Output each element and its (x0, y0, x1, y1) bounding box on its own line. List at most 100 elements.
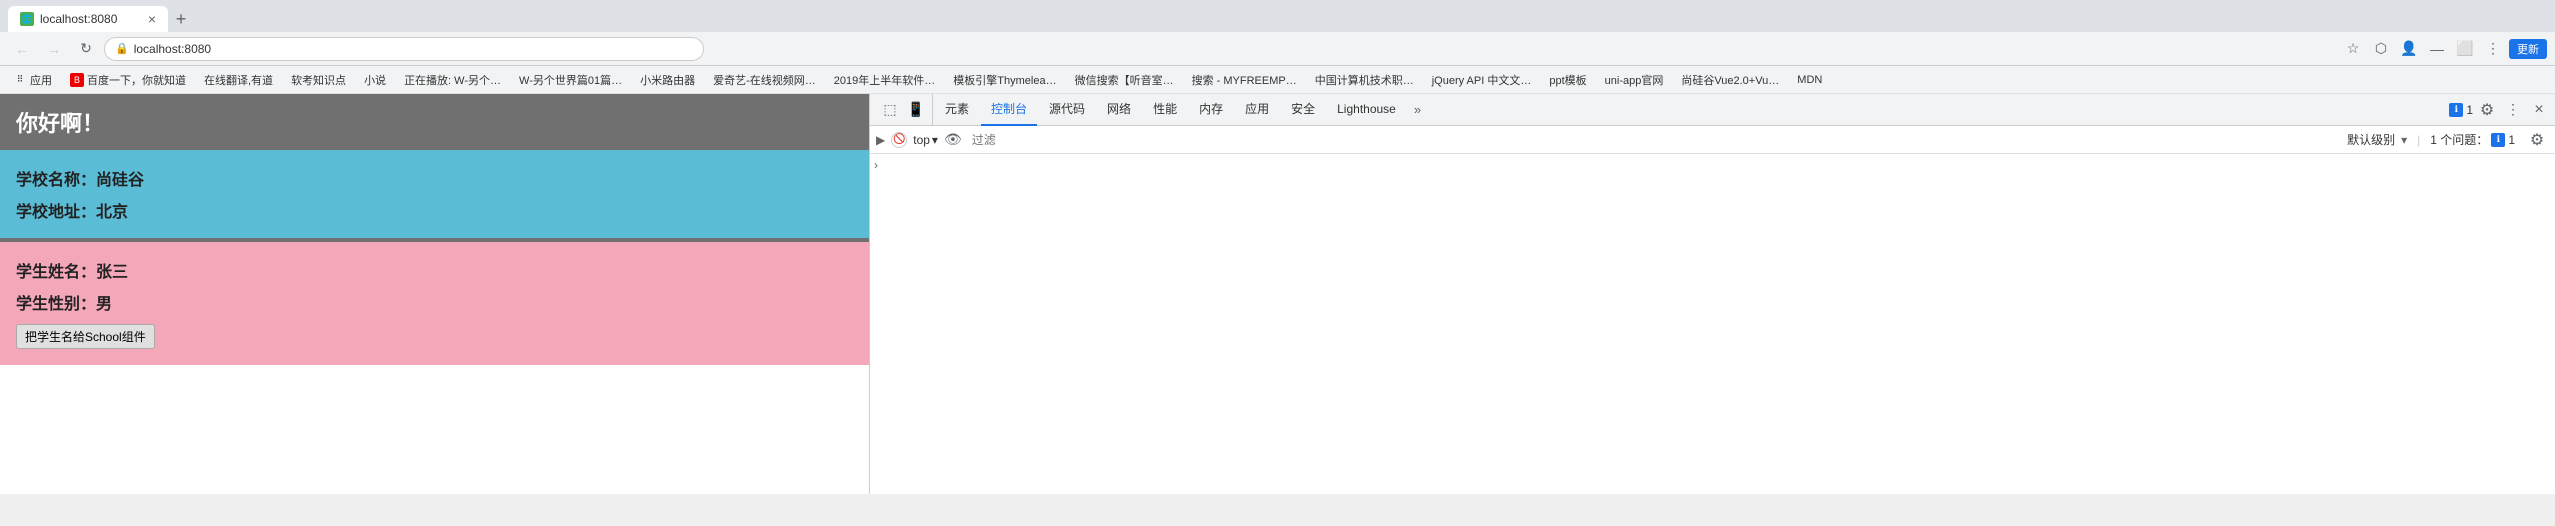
bookmark-label: 尚硅谷Vue2.0+Vu… (1681, 72, 1779, 88)
bookmark-iqiyi[interactable]: 爱奇艺-在线视频网… (708, 70, 821, 90)
devtools-tab-performance[interactable]: 性能 (1143, 94, 1187, 126)
bookmark-star-button[interactable]: ☆ (2341, 37, 2365, 61)
menu-button[interactable]: ⋮ (2481, 37, 2505, 61)
minimize-button[interactable]: — (2425, 37, 2449, 61)
issue-icon: ℹ (2449, 103, 2463, 117)
tab-favicon: 🌐 (20, 12, 34, 26)
pass-to-school-button[interactable]: 把学生名给School组件 (16, 324, 155, 349)
devtools-tab-sources[interactable]: 源代码 (1039, 94, 1095, 126)
maximize-button[interactable]: ⬜ (2453, 37, 2477, 61)
devtools-tab-lighthouse[interactable]: Lighthouse (1327, 94, 1406, 126)
bookmark-thymeleaf[interactable]: 模板引擎Thymelea… (948, 70, 1061, 90)
bookmark-label: 正在播放: W-另个… (404, 72, 501, 88)
bookmark-mdn[interactable]: MDN (1792, 72, 1827, 88)
devtools-more-tabs[interactable]: » (1408, 98, 1427, 122)
bookmark-apps[interactable]: ⠿ 应用 (8, 70, 57, 90)
bookmark-exam[interactable]: 软考知识点 (286, 70, 351, 90)
console-eye-icon[interactable]: 👁 (944, 131, 962, 148)
student-name-value: 张三 (96, 264, 128, 281)
back-button[interactable]: ← (8, 37, 36, 61)
student-gender-label: 学生性别： (16, 296, 96, 313)
console-bar: ▶ 🚫 top ▾ 👁 默认级别 ▾ | 1 个问题： ℹ 1 ⚙ (870, 126, 2555, 154)
bookmark-playing[interactable]: 正在播放: W-另个… (399, 70, 506, 90)
bookmark-xiaomi[interactable]: 小米路由器 (635, 70, 700, 90)
bookmark-label: 百度一下，你就知道 (87, 72, 186, 88)
devtools-tab-memory[interactable]: 内存 (1189, 94, 1233, 126)
toolbar-icons: ☆ ⬡ 👤 — ⬜ ⋮ 更新 (2341, 37, 2547, 61)
console-level-label: 默认级别 (2347, 131, 2395, 148)
webpage: 你好啊！ 学校名称：尚硅谷 学校地址：北京 学生姓名：张三 学生性别：男 把学生… (0, 94, 870, 494)
console-filter-input[interactable] (968, 133, 2341, 147)
console-no-icon[interactable]: 🚫 (891, 132, 907, 148)
bookmark-vue[interactable]: 尚硅谷Vue2.0+Vu… (1676, 70, 1784, 90)
devtools-tab-network[interactable]: 网络 (1097, 94, 1141, 126)
active-tab[interactable]: 🌐 localhost:8080 × (8, 6, 168, 32)
bookmark-label: 中国计算机技术职… (1315, 72, 1414, 88)
reload-button[interactable]: ↻ (72, 37, 100, 61)
console-context-selector[interactable]: top ▾ (913, 133, 938, 147)
address-bar[interactable]: 🔒 localhost:8080 (104, 37, 704, 61)
school-section: 学校名称：尚硅谷 学校地址：北京 (0, 150, 869, 242)
bookmark-jquery[interactable]: jQuery API 中文文… (1427, 70, 1537, 90)
new-tab-button[interactable]: + (168, 6, 194, 32)
school-name-label: 学校名称： (16, 172, 96, 189)
bookmark-myfreemp[interactable]: 搜索 - MYFREEMP… (1187, 70, 1302, 90)
student-gender-line: 学生性别：男 (16, 290, 853, 314)
console-settings-button[interactable]: ⚙ (2525, 128, 2549, 152)
bookmark-ccf[interactable]: 中国计算机技术职… (1310, 70, 1419, 90)
devtools-settings-button[interactable]: ⚙ (2475, 98, 2499, 122)
bookmark-label: 软考知识点 (291, 72, 346, 88)
more-tabs-icon: » (1414, 102, 1421, 117)
bookmark-baidu[interactable]: B 百度一下，你就知道 (65, 70, 191, 90)
bookmark-translate[interactable]: 在线翻译,有道 (199, 70, 278, 90)
devtools-more-options-button[interactable]: ⋮ (2501, 98, 2525, 122)
issue-badge-container: ℹ 1 (2449, 103, 2473, 117)
tab-title: localhost:8080 (40, 12, 142, 26)
devtools-tab-application[interactable]: 应用 (1235, 94, 1279, 126)
baidu-icon: B (70, 73, 84, 87)
devtools-tab-elements[interactable]: 元素 (935, 94, 979, 126)
bookmark-label: 小说 (364, 72, 386, 88)
extensions-button[interactable]: ⬡ (2369, 37, 2393, 61)
bookmark-ppt[interactable]: ppt模板 (1544, 70, 1591, 90)
user-profile-button[interactable]: 👤 (2397, 37, 2421, 61)
student-name-label: 学生姓名： (16, 264, 96, 281)
bookmark-label: 在线翻译,有道 (204, 72, 273, 88)
devtools-panel: ⬚ 📱 元素 控制台 源代码 网络 性能 内存 应用 (870, 94, 2555, 494)
tab-close-button[interactable]: × (148, 11, 156, 27)
bookmark-2019[interactable]: 2019年上半年软件… (829, 70, 940, 90)
bookmarks-bar: ⠿ 应用 B 百度一下，你就知道 在线翻译,有道 软考知识点 小说 正在播放: … (0, 66, 2555, 94)
separator: | (2417, 133, 2420, 147)
console-chevron-right: › (874, 158, 878, 172)
tab-sources-label: 源代码 (1049, 100, 1085, 117)
update-button[interactable]: 更新 (2509, 39, 2547, 59)
bookmark-uniapp[interactable]: uni-app官网 (1600, 70, 1669, 90)
bookmark-label: 小米路由器 (640, 72, 695, 88)
bookmark-wechat[interactable]: 微信搜索【听音室… (1070, 70, 1179, 90)
school-addr-value: 北京 (96, 204, 128, 221)
console-content: › (870, 154, 2555, 494)
devtools-device-button[interactable]: 📱 (904, 98, 928, 122)
bookmark-label: 爱奇艺-在线视频网… (713, 72, 816, 88)
devtools-tab-console[interactable]: 控制台 (981, 94, 1037, 126)
bookmark-novel[interactable]: 小说 (359, 70, 391, 90)
forward-button[interactable]: → (40, 37, 68, 61)
bookmark-w[interactable]: W-另个世界篇01篇… (514, 70, 627, 90)
school-addr-label: 学校地址： (16, 204, 96, 221)
devtools-tab-security[interactable]: 安全 (1281, 94, 1325, 126)
bookmark-label: 应用 (30, 72, 52, 88)
devtools-inspect-button[interactable]: ⬚ (878, 98, 902, 122)
tab-application-label: 应用 (1245, 100, 1269, 117)
tab-console-label: 控制台 (991, 100, 1027, 117)
student-section: 学生姓名：张三 学生性别：男 把学生名给School组件 (0, 242, 869, 365)
bookmark-label: uni-app官网 (1605, 72, 1664, 88)
tab-performance-label: 性能 (1153, 100, 1177, 117)
student-gender-value: 男 (96, 296, 112, 313)
devtools-toolbar: ⬚ 📱 元素 控制台 源代码 网络 性能 内存 应用 (870, 94, 2555, 126)
console-issue-count: 1 (2508, 133, 2515, 147)
console-left-arrow: ▶ (876, 133, 885, 147)
devtools-left-icons: ⬚ 📱 (874, 94, 933, 125)
devtools-close-button[interactable]: × (2527, 98, 2551, 122)
issue-text: 1 个问题： (2430, 131, 2488, 148)
issue-count-text: 1 (2466, 103, 2473, 117)
